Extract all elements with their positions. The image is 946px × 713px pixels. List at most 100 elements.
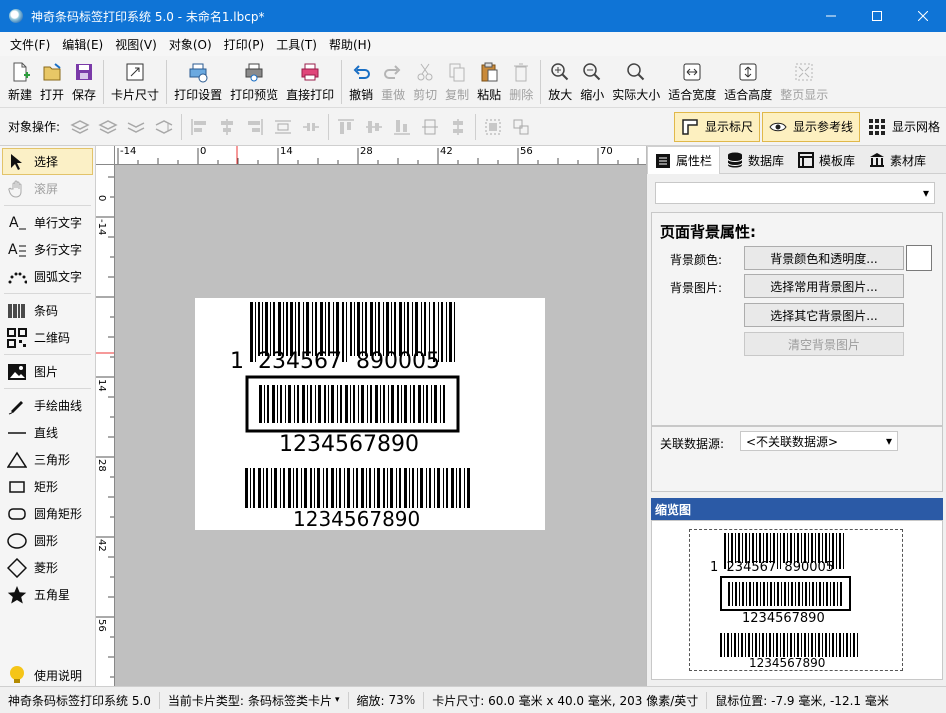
- card-size-icon: [123, 60, 147, 84]
- tool-select[interactable]: 选择: [2, 148, 93, 175]
- copy-button[interactable]: 复制: [441, 56, 473, 108]
- menu-view[interactable]: 视图(V): [109, 36, 163, 53]
- same-width-icon[interactable]: [416, 113, 444, 141]
- ungroup-icon[interactable]: [507, 113, 535, 141]
- close-button[interactable]: [900, 0, 946, 32]
- print-setup-button[interactable]: 打印设置: [170, 56, 226, 108]
- tab-database[interactable]: 数据库: [720, 146, 791, 174]
- tool-diamond[interactable]: 菱形: [0, 554, 95, 581]
- copy-icon: [445, 60, 469, 84]
- minimize-button[interactable]: [808, 0, 854, 32]
- menu-tools[interactable]: 工具(T): [270, 36, 323, 53]
- datasource-select[interactable]: <不关联数据源> ▾: [740, 431, 898, 451]
- new-button[interactable]: 新建: [4, 56, 36, 108]
- tool-select-label: 选择: [34, 155, 59, 169]
- fit-height-button[interactable]: 适合高度: [720, 56, 776, 108]
- tool-circle[interactable]: 圆形: [0, 527, 95, 554]
- status-zoom-value: 73%: [388, 693, 416, 707]
- bg-other-image-button[interactable]: 选择其它背景图片...: [744, 303, 904, 327]
- open-button[interactable]: 打开: [36, 56, 68, 108]
- tool-scroll[interactable]: 滚屏: [0, 175, 95, 202]
- horizontal-ruler: -14 0 14 28 42 56 70: [96, 146, 646, 165]
- menu-edit[interactable]: 编辑(E): [56, 36, 109, 53]
- object-selector[interactable]: ▾: [655, 182, 935, 204]
- tool-arc-text[interactable]: 圆弧文字: [0, 263, 95, 290]
- direct-print-button[interactable]: 直接打印: [282, 56, 338, 108]
- layer-top-icon[interactable]: [66, 113, 94, 141]
- menu-file[interactable]: 文件(F): [4, 36, 56, 53]
- show-guides-toggle[interactable]: 显示参考线: [761, 111, 860, 142]
- tool-triangle-label: 三角形: [34, 453, 71, 467]
- save-button[interactable]: 保存: [68, 56, 100, 108]
- zoom-out-button[interactable]: 缩小: [576, 56, 608, 108]
- actual-size-button[interactable]: 实际大小: [608, 56, 664, 108]
- undo-button[interactable]: 撤销: [345, 56, 377, 108]
- align-middle-icon[interactable]: [360, 113, 388, 141]
- triangle-icon: [6, 449, 28, 471]
- align-bottom-icon[interactable]: [388, 113, 416, 141]
- full-page-button[interactable]: 整页显示: [776, 56, 832, 108]
- tool-barcode[interactable]: 条码: [0, 297, 95, 324]
- maximize-button[interactable]: [854, 0, 900, 32]
- tool-help-label: 使用说明: [34, 668, 83, 683]
- menu-help[interactable]: 帮助(H): [323, 36, 377, 53]
- align-center-h-icon[interactable]: [213, 113, 241, 141]
- layer-up-icon[interactable]: [94, 113, 122, 141]
- show-ruler-toggle[interactable]: 显示标尺: [673, 111, 760, 142]
- tool-star[interactable]: 五角星: [0, 581, 95, 608]
- paste-button[interactable]: 粘贴: [473, 56, 505, 108]
- bank-icon: [869, 152, 885, 168]
- menu-print[interactable]: 打印(P): [218, 36, 271, 53]
- tab-materials[interactable]: 素材库: [862, 146, 933, 174]
- tool-single-text-label: 单行文字: [34, 216, 83, 230]
- tool-qrcode[interactable]: 二维码: [0, 324, 95, 351]
- tool-freehand[interactable]: 手绘曲线: [0, 392, 95, 419]
- datasource-section: 关联数据源: <不关联数据源> ▾: [651, 426, 943, 492]
- overview-pane: 1 234567 890005 1234567890 1234567890: [651, 520, 943, 680]
- align-top-icon[interactable]: [332, 113, 360, 141]
- tool-multi-text[interactable]: A 多行文字: [0, 236, 95, 263]
- title-bar: 神奇条码标签打印系统 5.0 - 未命名1.lbcp*: [0, 0, 946, 32]
- delete-label: 删除: [509, 88, 534, 102]
- status-zoom-label: 缩放:: [356, 693, 385, 708]
- delete-button[interactable]: 删除: [505, 56, 537, 108]
- zoom-in-button[interactable]: 放大: [544, 56, 576, 108]
- bg-color-swatch[interactable]: [906, 245, 932, 271]
- layer-bottom-icon[interactable]: [150, 113, 178, 141]
- redo-button[interactable]: 重做: [377, 56, 409, 108]
- show-grid-toggle[interactable]: 显示网格: [862, 112, 946, 142]
- overview-thumbnail[interactable]: 1 234567 890005 1234567890 1234567890: [689, 529, 903, 671]
- fit-width-button[interactable]: 适合宽度: [664, 56, 720, 108]
- tab-templates[interactable]: 模板库: [791, 146, 862, 174]
- tool-image[interactable]: 图片: [0, 358, 95, 385]
- bg-color-button[interactable]: 背景颜色和透明度...: [744, 246, 904, 270]
- card-size-button[interactable]: 卡片尺寸: [107, 56, 163, 108]
- status-app-name: 神奇条码标签打印系统 5.0: [0, 691, 160, 709]
- bg-common-image-button[interactable]: 选择常用背景图片...: [744, 274, 904, 298]
- group-icon[interactable]: [479, 113, 507, 141]
- layer-down-icon[interactable]: [122, 113, 150, 141]
- barcode-3-bars: [245, 468, 470, 508]
- menu-object[interactable]: 对象(O): [163, 36, 218, 53]
- status-card-size: 卡片尺寸: 60.0 毫米 x 40.0 毫米, 203 像素/英寸: [424, 691, 708, 709]
- tool-rectangle[interactable]: 矩形: [0, 473, 95, 500]
- tab-templates-label: 模板库: [819, 153, 856, 168]
- distribute-v-icon[interactable]: [297, 113, 325, 141]
- tool-triangle[interactable]: 三角形: [0, 446, 95, 473]
- tool-line[interactable]: 直线: [0, 419, 95, 446]
- tool-single-text[interactable]: A 单行文字: [0, 209, 95, 236]
- panel-tabs: 属性栏 数据库 模板库 素材库: [647, 146, 946, 174]
- align-right-icon[interactable]: [241, 113, 269, 141]
- cut-button[interactable]: 剪切: [409, 56, 441, 108]
- same-height-icon[interactable]: [444, 113, 472, 141]
- tab-properties[interactable]: 属性栏: [647, 146, 721, 174]
- status-card-type-value: 条码标签类卡片: [247, 693, 332, 708]
- status-card-type[interactable]: 当前卡片类型: 条码标签类卡片 ▾: [160, 691, 349, 709]
- show-ruler-label: 显示标尺: [704, 120, 753, 134]
- print-preview-button[interactable]: 打印预览: [226, 56, 282, 108]
- tool-rounded-rect[interactable]: 圆角矩形: [0, 500, 95, 527]
- label-card[interactable]: 1 234567 890005 1234567890 1234567890: [195, 298, 545, 531]
- bg-clear-image-button[interactable]: 清空背景图片: [744, 332, 904, 356]
- distribute-h-icon[interactable]: [269, 113, 297, 141]
- align-left-icon[interactable]: [185, 113, 213, 141]
